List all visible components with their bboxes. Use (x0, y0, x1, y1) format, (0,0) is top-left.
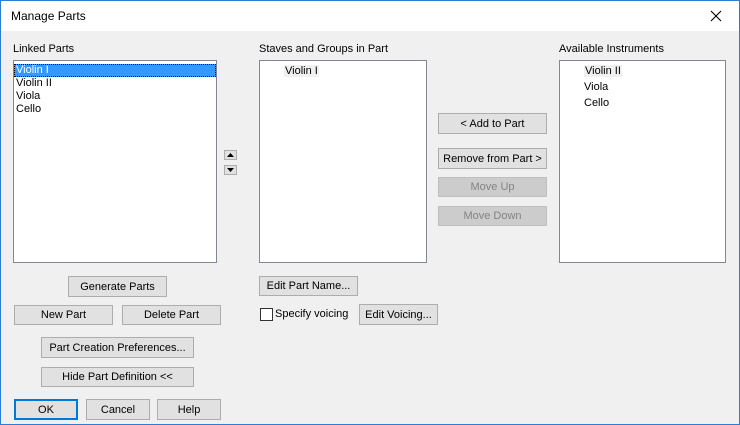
generate-parts-button[interactable]: Generate Parts (68, 276, 167, 297)
list-item[interactable]: Cello (14, 103, 216, 116)
triangle-down-icon (227, 168, 234, 172)
specify-voicing-label: Specify voicing (275, 308, 349, 320)
title-bar: Manage Parts (1, 1, 739, 31)
help-button[interactable]: Help (157, 399, 221, 420)
specify-voicing-checkbox[interactable] (260, 308, 273, 321)
hide-part-definition-button[interactable]: Hide Part Definition << (41, 367, 194, 387)
add-to-part-button[interactable]: < Add to Part (438, 113, 547, 134)
list-item[interactable]: Violin I (260, 63, 426, 79)
list-item-label: Violin I (284, 65, 319, 77)
new-part-button[interactable]: New Part (14, 305, 113, 325)
move-up-button[interactable]: Move Up (438, 177, 547, 197)
list-item[interactable]: Viola (14, 90, 216, 103)
window-title: Manage Parts (11, 9, 86, 23)
linked-parts-list[interactable]: Violin I Violin II Viola Cello (13, 60, 217, 263)
staves-groups-list[interactable]: Violin I (259, 60, 427, 263)
manage-parts-dialog: Manage Parts Linked Parts Violin I Violi… (0, 0, 740, 425)
cancel-button[interactable]: Cancel (86, 399, 150, 420)
linked-parts-label: Linked Parts (13, 43, 75, 55)
available-instruments-list[interactable]: Violin II Viola Cello (559, 60, 726, 263)
list-item[interactable]: Viola (560, 79, 725, 95)
move-part-down-button[interactable] (224, 165, 237, 175)
available-instruments-label: Available Instruments (559, 43, 664, 55)
close-button[interactable] (693, 1, 739, 31)
move-part-up-button[interactable] (224, 150, 237, 160)
move-down-button[interactable]: Move Down (438, 206, 547, 226)
list-item[interactable]: Violin I (14, 64, 216, 77)
edit-voicing-button[interactable]: Edit Voicing... (359, 304, 438, 325)
edit-part-name-button[interactable]: Edit Part Name... (259, 276, 358, 296)
list-item[interactable]: Cello (560, 95, 725, 111)
list-item[interactable]: Violin II (560, 63, 725, 79)
staves-groups-label: Staves and Groups in Part (259, 43, 389, 55)
ok-button[interactable]: OK (14, 399, 78, 420)
close-icon (710, 10, 722, 22)
triangle-up-icon (227, 153, 234, 157)
remove-from-part-button[interactable]: Remove from Part > (438, 148, 547, 169)
part-creation-preferences-button[interactable]: Part Creation Preferences... (41, 337, 194, 358)
delete-part-button[interactable]: Delete Part (122, 305, 221, 325)
list-item[interactable]: Violin II (14, 77, 216, 90)
list-item-label: Violin II (584, 65, 622, 77)
